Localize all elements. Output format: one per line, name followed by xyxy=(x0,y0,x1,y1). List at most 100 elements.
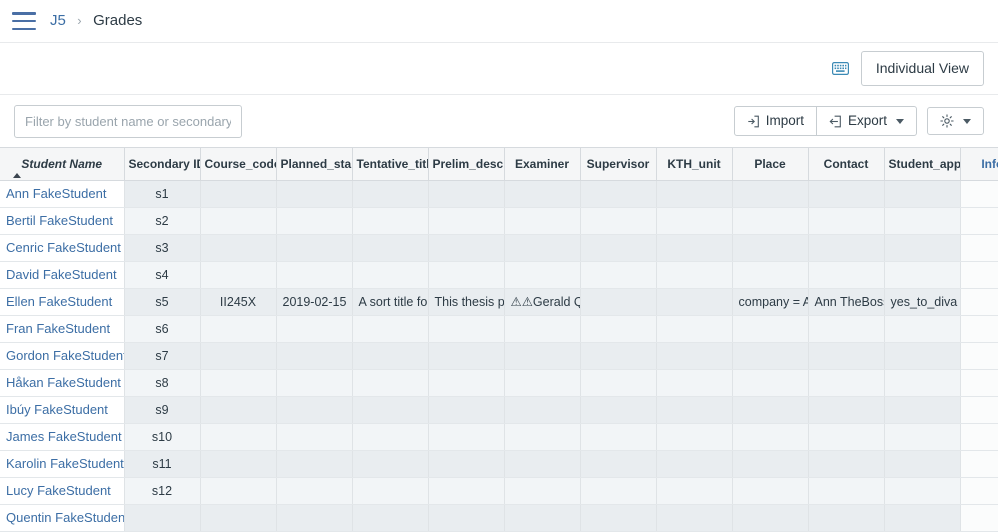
table-row[interactable]: David FakeStudent s4 xyxy=(0,261,998,288)
cell-prelim-description xyxy=(428,396,504,423)
student-name-link[interactable]: James FakeStudent xyxy=(6,429,122,444)
student-name-link[interactable]: Fran FakeStudent xyxy=(6,321,110,336)
cell-planned-start xyxy=(276,207,352,234)
table-row[interactable]: Bertil FakeStudents2 xyxy=(0,207,998,234)
cell-secondary-id: s4 xyxy=(124,261,200,288)
cell-course-code xyxy=(200,180,276,207)
cell-contact xyxy=(808,342,884,369)
cell-contact xyxy=(808,369,884,396)
cell-contact xyxy=(808,450,884,477)
student-name-link[interactable]: Lucy FakeStudent xyxy=(6,483,111,498)
cell-examiner xyxy=(504,477,580,504)
table-row[interactable]: Gordon FakeStudents7 xyxy=(0,342,998,369)
action-toolbar: Import Export xyxy=(0,95,998,147)
individual-view-button[interactable]: Individual View xyxy=(861,51,984,86)
student-name-link[interactable]: Håkan FakeStudent xyxy=(6,375,121,390)
table-row[interactable]: Håkan FakeStudents8 xyxy=(0,369,998,396)
cell-place: company = A big c xyxy=(732,288,808,315)
cell-prelim-description xyxy=(428,477,504,504)
cell-place xyxy=(732,423,808,450)
cell-contact xyxy=(808,234,884,261)
cell-information xyxy=(960,342,998,369)
cell-kth-unit xyxy=(656,477,732,504)
cell-tentative-title xyxy=(352,477,428,504)
cell-kth-unit xyxy=(656,288,732,315)
student-name-link[interactable]: Karolin FakeStudent xyxy=(6,456,124,471)
cell-supervisor xyxy=(580,396,656,423)
grades-table-container[interactable]: Student Name Secondary ID Course_code Pl… xyxy=(0,147,998,532)
student-name-link[interactable]: Ellen FakeStudent xyxy=(6,294,112,309)
column-header-kth-unit[interactable]: KTH_unit xyxy=(656,148,732,180)
column-header-planned-start[interactable]: Planned_start_... xyxy=(276,148,352,180)
cell-kth-unit xyxy=(656,450,732,477)
table-row[interactable]: Fran FakeStudent s6 xyxy=(0,315,998,342)
column-header-tentative-title[interactable]: Tentative_title xyxy=(352,148,428,180)
cell-student-name: Håkan FakeStudent xyxy=(0,369,124,396)
cell-place xyxy=(732,450,808,477)
student-name-link[interactable]: Gordon FakeStudent xyxy=(6,348,124,363)
table-row[interactable]: Cenric FakeStudents3 xyxy=(0,234,998,261)
column-header-prelim-description[interactable]: Prelim_descrip... xyxy=(428,148,504,180)
cell-course-code xyxy=(200,342,276,369)
export-arrow-icon xyxy=(829,115,842,128)
column-header-secondary-id[interactable]: Secondary ID xyxy=(124,148,200,180)
cell-secondary-id: s3 xyxy=(124,234,200,261)
filter-input[interactable] xyxy=(14,105,242,138)
keyboard-icon[interactable] xyxy=(832,62,849,75)
breadcrumb-link-root[interactable]: J5 xyxy=(50,12,66,29)
table-row[interactable]: Quentin FakeStudent xyxy=(0,504,998,531)
cell-student-approval xyxy=(884,423,960,450)
cell-tentative-title xyxy=(352,261,428,288)
table-row[interactable]: Lucy FakeStudents12 xyxy=(0,477,998,504)
cell-kth-unit xyxy=(656,315,732,342)
cell-student-name: Ibúy FakeStudent xyxy=(0,396,124,423)
cell-student-name: David FakeStudent xyxy=(0,261,124,288)
cell-information xyxy=(960,207,998,234)
column-header-course-code[interactable]: Course_code xyxy=(200,148,276,180)
student-name-link[interactable]: Ann FakeStudent xyxy=(6,186,106,201)
cell-kth-unit xyxy=(656,369,732,396)
table-row[interactable]: Karolin FakeStudents11 xyxy=(0,450,998,477)
column-header-student-name[interactable]: Student Name xyxy=(0,148,124,180)
cell-planned-start xyxy=(276,180,352,207)
cell-examiner xyxy=(504,369,580,396)
export-button[interactable]: Export xyxy=(816,106,917,136)
cell-tentative-title xyxy=(352,315,428,342)
view-toolbar: Individual View xyxy=(0,43,998,95)
column-header-place[interactable]: Place xyxy=(732,148,808,180)
column-header-supervisor[interactable]: Supervisor xyxy=(580,148,656,180)
cell-examiner: ⚠⚠Gerald Q Magu xyxy=(504,288,580,315)
import-button[interactable]: Import xyxy=(734,106,817,136)
student-name-link[interactable]: Cenric FakeStudent xyxy=(6,240,121,255)
cell-place xyxy=(732,342,808,369)
column-header-student-approval[interactable]: Student_appro... xyxy=(884,148,960,180)
column-header-contact[interactable]: Contact xyxy=(808,148,884,180)
sort-ascending-icon xyxy=(13,173,21,178)
hamburger-line xyxy=(12,12,36,15)
table-row[interactable]: Ibúy FakeStudents9 xyxy=(0,396,998,423)
table-header-row: Student Name Secondary ID Course_code Pl… xyxy=(0,148,998,180)
settings-button[interactable] xyxy=(927,107,984,135)
cell-supervisor xyxy=(580,369,656,396)
student-name-link[interactable]: Bertil FakeStudent xyxy=(6,213,113,228)
student-name-link[interactable]: Quentin FakeStudent xyxy=(6,510,124,525)
cell-tentative-title xyxy=(352,450,428,477)
cell-supervisor xyxy=(580,234,656,261)
cell-prelim-description xyxy=(428,234,504,261)
cell-student-name: James FakeStudent xyxy=(0,423,124,450)
student-name-link[interactable]: David FakeStudent xyxy=(6,267,117,282)
student-name-link[interactable]: Ibúy FakeStudent xyxy=(6,402,108,417)
cell-supervisor xyxy=(580,207,656,234)
cell-examiner xyxy=(504,504,580,531)
cell-secondary-id: s6 xyxy=(124,315,200,342)
table-row[interactable]: Ellen FakeStudents5II245X2019-02-15A sor… xyxy=(0,288,998,315)
cell-kth-unit xyxy=(656,396,732,423)
table-row[interactable]: James FakeStudents10 xyxy=(0,423,998,450)
cell-place xyxy=(732,234,808,261)
column-header-examiner[interactable]: Examiner xyxy=(504,148,580,180)
cell-student-name: Cenric FakeStudent xyxy=(0,234,124,261)
table-row[interactable]: Ann FakeStudents1 xyxy=(0,180,998,207)
column-header-information[interactable]: Inform xyxy=(960,148,998,180)
hamburger-menu-icon[interactable] xyxy=(12,12,36,30)
cell-information xyxy=(960,234,998,261)
